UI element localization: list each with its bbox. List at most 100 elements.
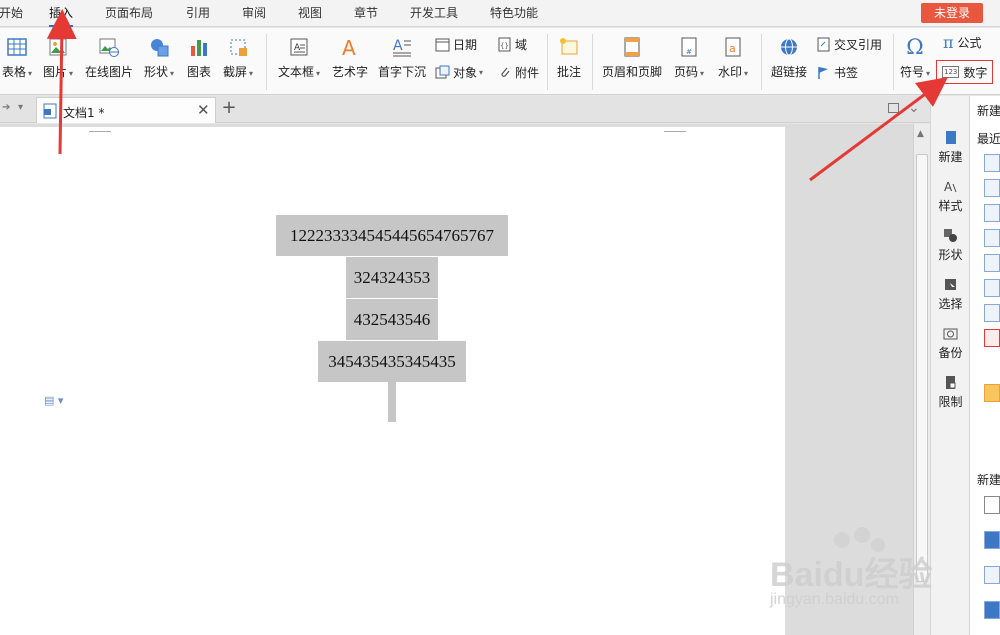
scroll-top-icon[interactable]: ▲ (917, 129, 924, 139)
word-doc-icon (43, 103, 57, 119)
table-icon (7, 38, 27, 56)
table-button[interactable]: 表格 ▾ (0, 36, 34, 80)
chart-label: 图表 (186, 65, 211, 79)
menu-page-layout[interactable]: 页面布局 (105, 0, 153, 27)
recent-doc-icon[interactable] (984, 279, 1000, 297)
recent-doc-icon[interactable] (984, 254, 1000, 272)
menu-developer[interactable]: 开发工具 (410, 0, 458, 27)
textbox-label: 文本框 (277, 65, 314, 79)
shape-icon (944, 229, 957, 242)
task-pane-title: 新建 (977, 104, 1000, 118)
blank-doc-icon[interactable] (984, 496, 1000, 514)
side-backup-button[interactable]: 备份 (931, 326, 970, 361)
document-tab-bar: ➔ ▾ 文档1 * ✕ + ⌄ (0, 96, 930, 123)
maximize-icon[interactable] (888, 103, 899, 113)
menu-features[interactable]: 特色功能 (490, 0, 538, 27)
chevron-down-icon: ▾ (28, 69, 33, 78)
wordart-button[interactable]: A 艺术字 (331, 36, 369, 80)
field-button[interactable]: {} 域 (497, 36, 527, 53)
ribbon-divider (592, 34, 593, 90)
shape-icon (151, 39, 169, 57)
formula-button[interactable]: π 公式 (943, 33, 982, 52)
symbol-button[interactable]: Ω 符号 ▾ (898, 36, 932, 80)
image-icon (49, 38, 67, 56)
screenshot-label: 截屏 (222, 65, 247, 79)
comment-button[interactable]: 批注 (553, 36, 585, 80)
svg-text:a: a (729, 42, 736, 55)
text-line[interactable]: 345435435345435 (318, 341, 466, 382)
ribbon-divider (893, 34, 894, 90)
side-new-button[interactable]: 新建 (931, 130, 970, 165)
hyperlink-button[interactable]: 超链接 (768, 36, 810, 80)
date-button[interactable]: 日期 (435, 36, 477, 53)
date-label: 日期 (453, 38, 478, 52)
side-select-label: 选择 (938, 297, 963, 311)
forward-arrow-icon[interactable]: ➔ (2, 102, 10, 113)
chevron-down-icon: ▾ (479, 68, 484, 77)
attachment-button[interactable]: 附件 (497, 64, 539, 81)
screenshot-button[interactable]: 截屏 ▾ (219, 36, 257, 80)
dropcap-button[interactable]: A 首字下沉 (376, 36, 428, 80)
menu-section[interactable]: 章节 (354, 0, 378, 27)
paragraph-icon[interactable]: ▤ ▾ (44, 394, 63, 407)
text-line[interactable]: 324324353 (346, 257, 438, 298)
close-icon[interactable]: ✕ (197, 101, 210, 119)
image-button[interactable]: 图片 ▾ (40, 36, 76, 80)
cross-ref-label: 交叉引用 (834, 38, 883, 52)
textbox-button[interactable]: A 文本框 ▾ (275, 36, 323, 80)
page-number-button[interactable]: # 页码 ▾ (671, 36, 707, 80)
shape-button[interactable]: 形状 ▾ (141, 36, 177, 80)
style-icon: A (944, 180, 957, 194)
watermark-button[interactable]: a 水印 ▾ (714, 36, 752, 80)
bookmark-button[interactable]: 书签 (816, 64, 858, 81)
recent-pdf-icon[interactable] (984, 329, 1000, 347)
document-page[interactable]: 12223333454544565476576​7 324324353 4325… (0, 127, 785, 635)
object-button[interactable]: 对象 ▾ (435, 64, 483, 81)
ribbon-toolbar: 表格 ▾ 图片 ▾ 在线图片 形状 ▾ 图表 截屏 ▾ A 文本框 ▾ A 艺术字 A 首… (0, 28, 1000, 95)
text-line[interactable]: 12223333454544565476576​7 (276, 215, 508, 256)
menu-references[interactable]: 引用 (186, 0, 210, 27)
number-button[interactable]: 123 数字 (936, 60, 993, 84)
recent-doc-icon[interactable] (984, 179, 1000, 197)
recent-doc-icon[interactable] (984, 154, 1000, 172)
watermark-url: jingyan.baidu.com (770, 591, 899, 608)
formula-label: 公式 (957, 36, 982, 50)
side-style-button[interactable]: A 样式 (931, 179, 970, 214)
new-section-label: 新建 (977, 473, 1000, 487)
side-select-button[interactable]: 选择 (931, 277, 970, 312)
comment-label: 批注 (556, 65, 581, 79)
cross-ref-button[interactable]: 交叉引用 (816, 36, 882, 53)
side-shape-button[interactable]: 形状 (931, 228, 970, 263)
online-image-button[interactable]: 在线图片 (84, 36, 134, 80)
page-number-label: 页码 (673, 65, 698, 79)
dropcap-label: 首字下沉 (377, 65, 426, 79)
object-icon (435, 65, 450, 79)
menu-review[interactable]: 审阅 (242, 0, 266, 27)
tab-title: 文档1 * (63, 106, 105, 120)
folder-icon[interactable] (984, 384, 1000, 402)
text-line[interactable]: 432543546 (346, 299, 438, 340)
chevron-down-icon: ▾ (744, 69, 749, 78)
new-tab-button[interactable]: + (220, 97, 238, 118)
side-shape-label: 形状 (938, 248, 963, 262)
menu-view[interactable]: 视图 (298, 0, 322, 27)
baidu-watermark: Baidu经验 jingyan.baidu.com (770, 525, 1000, 635)
header-footer-button[interactable]: 页眉和页脚 (600, 36, 664, 80)
tab-document1[interactable]: 文档1 * ✕ (36, 97, 216, 123)
chevron-down-icon[interactable]: ⌄ (908, 100, 920, 116)
recent-doc-icon[interactable] (984, 204, 1000, 222)
number-123-icon: 123 (942, 66, 960, 78)
chart-button[interactable]: 图表 (185, 36, 213, 80)
backup-icon (943, 328, 958, 340)
scroll-thumb[interactable] (916, 154, 928, 582)
menu-insert[interactable]: 插入 (49, 0, 74, 27)
empty-paragraph-highlight (388, 382, 396, 422)
watermark-label: 水印 (717, 65, 742, 79)
tab-list-dropdown-icon[interactable]: ▾ (18, 102, 23, 113)
menu-home[interactable]: 开始 (0, 0, 23, 27)
cross-ref-icon (817, 37, 830, 52)
recent-doc-icon[interactable] (984, 304, 1000, 322)
recent-doc-icon[interactable] (984, 229, 1000, 247)
side-restrict-button[interactable]: 限制 (931, 375, 970, 410)
login-button[interactable]: 未登录 (921, 3, 983, 23)
